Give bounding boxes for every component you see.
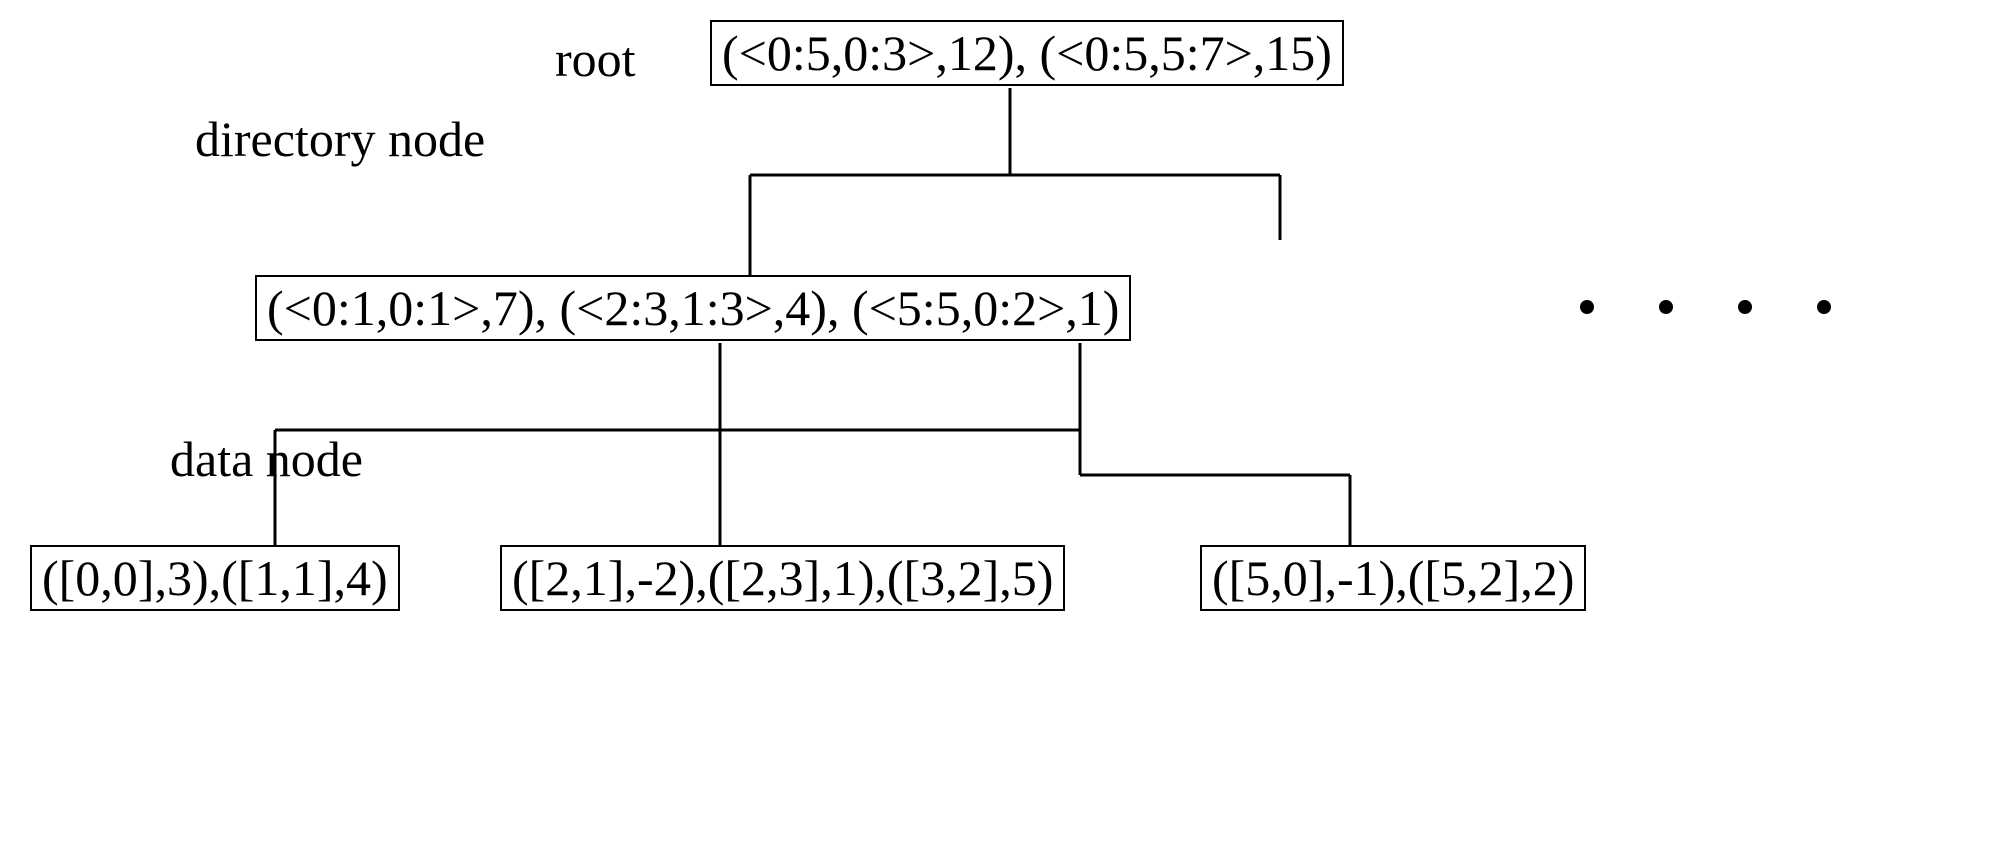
- data-node-1-content: ([2,1],-2),([2,3],1),([3,2],5): [512, 550, 1053, 606]
- data-node-2-content: ([5,0],-1),([5,2],2): [1212, 550, 1574, 606]
- dot-icon: [1738, 300, 1752, 314]
- dot-icon: [1580, 300, 1594, 314]
- data-node-0: ([0,0],3),([1,1],4): [30, 545, 400, 611]
- root-label: root: [555, 30, 636, 88]
- root-node-content: (<0:5,0:3>,12), (<0:5,5:7>,15): [722, 25, 1332, 81]
- dot-icon: [1817, 300, 1831, 314]
- data-node-1: ([2,1],-2),([2,3],1),([3,2],5): [500, 545, 1065, 611]
- data-node-0-content: ([0,0],3),([1,1],4): [42, 550, 388, 606]
- data-node-label: data node: [170, 430, 363, 488]
- directory-node-content: (<0:1,0:1>,7), (<2:3,1:3>,4), (<5:5,0:2>…: [267, 280, 1119, 336]
- data-node-2: ([5,0],-1),([5,2],2): [1200, 545, 1586, 611]
- directory-node: (<0:1,0:1>,7), (<2:3,1:3>,4), (<5:5,0:2>…: [255, 275, 1131, 341]
- root-node: (<0:5,0:3>,12), (<0:5,5:7>,15): [710, 20, 1344, 86]
- directory-node-label: directory node: [195, 110, 485, 168]
- ellipsis-dots: [1580, 300, 1831, 314]
- dot-icon: [1659, 300, 1673, 314]
